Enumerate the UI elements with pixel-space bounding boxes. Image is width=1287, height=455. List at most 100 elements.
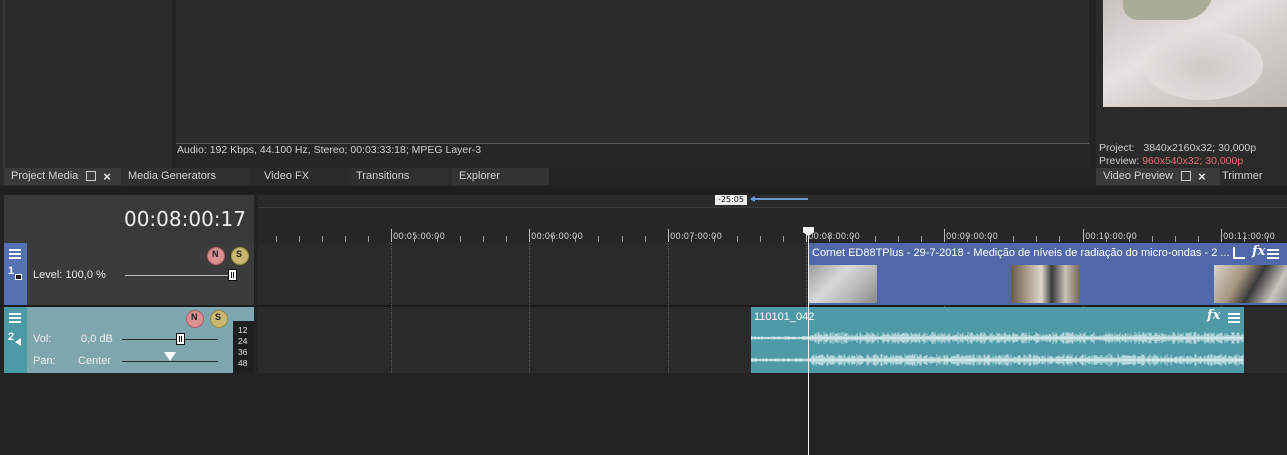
video-track-header[interactable]: 1 N S Level: 100,0 % (4, 243, 254, 305)
ruler-minor-tick (1106, 236, 1107, 242)
pan-value: Center (78, 355, 112, 367)
meter-label-12: 12 (238, 325, 248, 335)
tab-video-fx[interactable]: Video FX (257, 168, 354, 185)
preview-info-row: Preview: 960x540x32; 30,000p (1099, 155, 1287, 168)
marker-label[interactable]: -25:05 (715, 195, 747, 205)
video-clip-menu-icon[interactable] (1267, 247, 1279, 261)
loop-region-arrow (750, 196, 755, 202)
solo-icon[interactable]: S (231, 247, 249, 265)
pan-slider-thumb[interactable] (164, 352, 176, 361)
mute-icon[interactable]: N (186, 310, 204, 328)
close-icon[interactable]: × (103, 170, 111, 183)
pan-slider-track[interactable] (122, 361, 218, 362)
ruler-minor-tick (506, 236, 507, 242)
tab-trimmer[interactable]: Trimmer (1215, 168, 1287, 185)
tab-trimmer-label: Trimmer (1222, 170, 1263, 182)
loop-region-bar[interactable] (751, 198, 808, 200)
video-clip[interactable]: Cornet ED88TPlus - 29-7-2018 - Medição d… (808, 243, 1287, 305)
meter-label-48: 48 (238, 358, 248, 368)
video-track-type-icon (15, 274, 22, 280)
preview-frame[interactable] (1103, 0, 1287, 107)
preview-frame-object (1123, 0, 1213, 20)
audio-meter: 12 24 36 48 (233, 321, 254, 373)
ruler-minor-tick (622, 236, 623, 242)
ruler-minor-tick (299, 236, 300, 242)
fx-icon[interactable]: fx (1252, 244, 1265, 259)
ruler-major-tick (944, 229, 945, 242)
vol-value: 0,0 dB (81, 333, 113, 345)
level-label: Level: 100,0 % (33, 269, 106, 281)
fx-icon[interactable]: fx (1207, 308, 1220, 323)
mute-icon[interactable]: N (207, 247, 225, 265)
ruler-major-tick (668, 229, 669, 242)
video-track-menu-icon[interactable] (9, 247, 21, 261)
tab-video-preview-label: Video Preview (1103, 170, 1174, 182)
right-tab-bar: Video Preview × Trimmer (1096, 168, 1287, 186)
ruler-minor-tick (829, 236, 830, 242)
grid-line (391, 243, 392, 373)
close-icon[interactable]: × (1198, 170, 1206, 183)
level-slider-thumb[interactable] (228, 269, 237, 281)
tab-project-media-label: Project Media (11, 170, 79, 182)
ruler-minor-tick (1175, 236, 1176, 242)
tab-transitions[interactable]: Transitions (349, 168, 448, 185)
ruler-minor-tick (483, 236, 484, 242)
ruler-minor-tick (1267, 236, 1268, 242)
ruler-minor-tick (1129, 236, 1130, 242)
timecode: 00:08:00:17 (123, 207, 246, 231)
tab-video-preview[interactable]: Video Preview × (1096, 168, 1220, 185)
thumbnail-3 (1214, 265, 1287, 303)
media-info-text: Audio: 192 Kbps, 44.100 Hz, Stereo; 00:0… (177, 144, 482, 156)
playhead-line[interactable] (808, 229, 809, 455)
preview-value: 960x540x32; 30,000p (1142, 155, 1244, 167)
crop-icon[interactable] (1233, 247, 1245, 259)
meter-label-24: 24 (238, 336, 248, 346)
media-info-bar: Audio: 192 Kbps, 44.100 Hz, Stereo; 00:0… (176, 143, 1089, 168)
vol-slider-thumb[interactable] (176, 333, 185, 345)
ruler-major-tick (1083, 229, 1084, 242)
marker-bar[interactable] (258, 195, 1287, 207)
preview-frame-shadow (1143, 30, 1263, 100)
audio-clip[interactable]: 110101_042 fx (751, 307, 1244, 373)
ruler-major-tick (391, 229, 392, 242)
solo-icon[interactable]: S (210, 310, 228, 328)
audio-track-header[interactable]: 2 N S Vol: 0,0 dB Pan: Center 12 24 36 4… (4, 307, 254, 373)
maximize-icon[interactable] (1181, 171, 1192, 182)
level-slider-track[interactable] (125, 275, 237, 276)
ruler-minor-tick (1036, 236, 1037, 242)
audio-clip-menu-icon[interactable] (1228, 311, 1240, 325)
ruler-minor-tick (875, 236, 876, 242)
audio-track-menu-icon[interactable] (9, 311, 21, 325)
tab-project-media[interactable]: Project Media × (4, 168, 128, 185)
ruler-minor-tick (437, 236, 438, 242)
tab-explorer[interactable]: Explorer (452, 168, 549, 185)
ruler-minor-tick (598, 236, 599, 242)
ruler-minor-tick (1152, 236, 1153, 242)
ruler-minor-tick (276, 236, 277, 242)
media-list-pane (0, 0, 172, 168)
tab-video-fx-label: Video FX (264, 170, 310, 182)
ruler-minor-tick (852, 236, 853, 242)
ruler-minor-tick (1059, 236, 1060, 242)
project-info-row: Project: 3840x2160x32; 30,000p (1099, 142, 1287, 155)
ruler-minor-tick (345, 236, 346, 242)
tab-media-generators[interactable]: Media Generators (121, 168, 250, 185)
preview-label: Preview: (1099, 155, 1140, 167)
ruler-minor-tick (760, 236, 761, 242)
tab-media-generators-label: Media Generators (128, 170, 217, 182)
timeline-divider (0, 186, 1287, 194)
vol-slider-track[interactable] (122, 339, 218, 340)
ruler-minor-tick (575, 236, 576, 242)
timecode-display: 00:08:00:17 (4, 195, 254, 243)
video-clip-title: Cornet ED88TPlus - 29-7-2018 - Medição d… (812, 247, 1230, 259)
video-track-number: 1 (8, 265, 15, 277)
speaker-icon (15, 338, 21, 346)
ruler-major-tick (1221, 229, 1222, 242)
audio-waveform (751, 332, 1244, 366)
ruler-minor-tick (737, 236, 738, 242)
project-label: Project: (1099, 142, 1135, 154)
media-content-pane (176, 0, 1089, 143)
preview-info: Project: 3840x2160x32; 30,000p Preview: … (1099, 142, 1287, 168)
maximize-icon[interactable] (86, 171, 97, 182)
ruler-minor-tick (645, 236, 646, 242)
